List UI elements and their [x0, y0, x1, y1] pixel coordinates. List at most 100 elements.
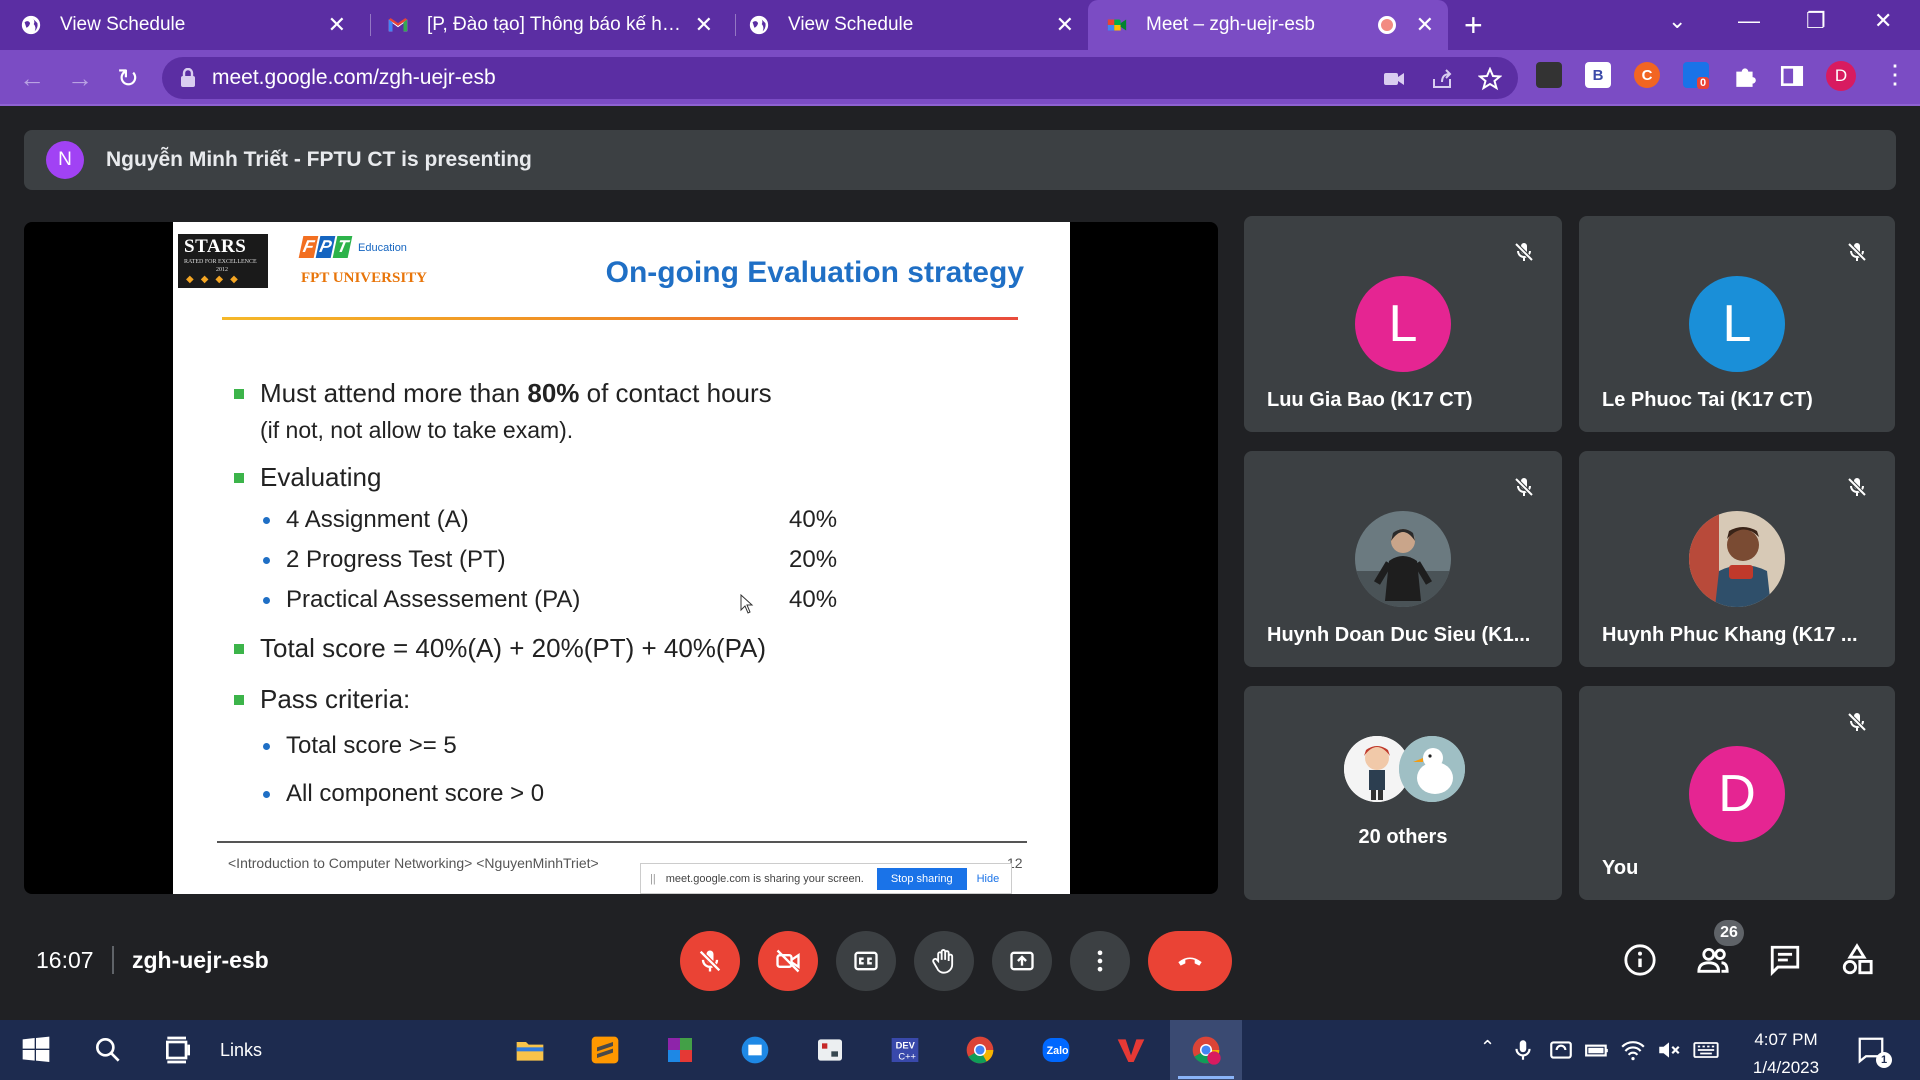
extension-dark-icon[interactable] — [1536, 62, 1562, 88]
mic-off-icon — [1847, 242, 1867, 262]
fpt-letter-t: T — [332, 236, 353, 258]
chrome-profile-icon[interactable] — [1190, 1034, 1222, 1066]
winrar-icon[interactable] — [664, 1034, 696, 1066]
presenting-text: Nguyễn Minh Triết - FPTU CT is presentin… — [106, 148, 532, 171]
footer-divider — [217, 841, 1027, 843]
c-extension-icon[interactable]: C — [1634, 62, 1660, 88]
forward-icon[interactable]: → — [64, 62, 96, 94]
bullet-pass-criteria: Pass criteria: — [234, 684, 410, 715]
bookmark-star-icon[interactable] — [1478, 67, 1502, 91]
browser-menu-icon[interactable]: ⋮ — [1882, 60, 1908, 88]
dev-cpp-icon[interactable]: DEVC++ — [889, 1034, 921, 1066]
camera-off-icon — [776, 949, 800, 973]
close-icon[interactable]: ✕ — [328, 13, 346, 37]
tab-search-icon[interactable]: ⌄ — [1668, 8, 1686, 34]
hide-button[interactable]: Hide — [977, 873, 1000, 885]
back-icon[interactable]: ← — [16, 62, 48, 94]
camera-toggle-button[interactable] — [758, 931, 818, 991]
profile-avatar[interactable]: D — [1826, 61, 1856, 91]
sub-bullet: Practical Assessement (PA) — [263, 586, 580, 614]
meeting-code: zgh-uejr-esb — [132, 947, 269, 973]
lock-icon — [181, 68, 195, 87]
drag-handle-icon[interactable]: || — [650, 873, 656, 885]
puzzle-extensions-icon[interactable] — [1732, 63, 1758, 89]
activities-icon[interactable] — [1840, 943, 1874, 977]
browser-toolbar: ← → ↻ meet.google.com/zgh-uejr-esb — [0, 50, 1920, 106]
participant-photo — [1689, 511, 1785, 607]
percentage: 20% — [789, 546, 838, 573]
extension-badge: 0 — [1697, 77, 1710, 89]
zalo-icon[interactable]: Zalo — [1040, 1034, 1072, 1066]
sublime-text-icon[interactable] — [589, 1034, 621, 1066]
b-extension-icon[interactable]: B — [1585, 62, 1611, 88]
self-tile[interactable]: D You — [1579, 686, 1895, 900]
close-icon[interactable]: ✕ — [695, 13, 713, 37]
restore-icon[interactable]: ❐ — [1806, 8, 1826, 34]
participant-photo — [1355, 511, 1451, 607]
system-clock[interactable]: 4:07 PM 1/4/2023 — [1730, 1026, 1842, 1080]
app-blue-circle-icon[interactable] — [739, 1034, 771, 1066]
vipre-icon[interactable] — [1115, 1034, 1147, 1066]
raise-hand-button[interactable] — [914, 931, 974, 991]
close-window-icon[interactable]: ✕ — [1874, 8, 1892, 34]
minimize-icon[interactable]: — — [1738, 8, 1760, 34]
participant-avatar: L — [1689, 276, 1785, 372]
more-options-button[interactable] — [1070, 931, 1130, 991]
tab-meet[interactable]: Meet – zgh-uejr-esb ✕ — [1088, 0, 1448, 50]
people-icon[interactable] — [1696, 943, 1730, 977]
people-count-badge: 26 — [1714, 920, 1744, 946]
task-view-icon[interactable] — [162, 1034, 194, 1066]
file-explorer-icon[interactable] — [514, 1034, 546, 1066]
windows-start-icon[interactable] — [20, 1034, 52, 1066]
participant-tile[interactable]: Huynh Doan Duc Sieu (K1... — [1244, 451, 1562, 667]
mic-off-icon — [699, 950, 721, 972]
wifi-icon[interactable] — [1620, 1034, 1646, 1066]
tab-view-schedule-1[interactable]: View Schedule ✕ — [20, 0, 360, 50]
chrome-icon[interactable] — [964, 1034, 996, 1066]
search-icon[interactable] — [92, 1034, 124, 1066]
tab-view-schedule-2[interactable]: View Schedule ✕ — [748, 0, 1088, 50]
participant-tile[interactable]: Huynh Phuc Khang (K17 ... — [1579, 451, 1895, 667]
microphone-toggle-button[interactable] — [680, 931, 740, 991]
captions-button[interactable] — [836, 931, 896, 991]
microphone-tray-icon[interactable] — [1510, 1034, 1536, 1066]
show-hidden-icons-icon[interactable]: ⌃ — [1480, 1037, 1495, 1058]
participant-avatar: D — [1689, 746, 1785, 842]
hang-up-icon — [1178, 957, 1202, 966]
tab-gmail[interactable]: [P, Đào tạo] Thông báo kế hoạch ✕ — [387, 0, 727, 50]
mic-off-icon — [1847, 477, 1867, 497]
side-panel-icon[interactable] — [1779, 63, 1805, 89]
present-screen-button[interactable] — [992, 931, 1052, 991]
camera-in-use-icon[interactable] — [1382, 67, 1406, 91]
presenting-banner: N Nguyễn Minh Triết - FPTU CT is present… — [24, 130, 1896, 190]
sync-tray-icon[interactable] — [1548, 1034, 1574, 1066]
slide-footer: <Introduction to Computer Networking> <N… — [228, 855, 599, 871]
keyboard-language-icon[interactable] — [1692, 1034, 1720, 1066]
battery-icon[interactable] — [1584, 1034, 1610, 1066]
volume-muted-icon[interactable] — [1656, 1034, 1682, 1066]
reload-icon[interactable]: ↻ — [112, 62, 144, 94]
stop-sharing-button[interactable]: Stop sharing — [876, 867, 967, 890]
close-icon[interactable]: ✕ — [1416, 13, 1434, 37]
gmail-icon — [388, 18, 408, 32]
share-icon[interactable] — [1430, 67, 1454, 91]
hand-icon — [932, 949, 954, 974]
participant-name: Huynh Doan Duc Sieu (K1... — [1267, 624, 1531, 646]
new-tab-button[interactable]: + — [1464, 9, 1483, 41]
more-vert-icon — [1097, 950, 1103, 972]
badge-extension-icon[interactable]: 0 — [1683, 62, 1710, 89]
address-bar[interactable]: meet.google.com/zgh-uejr-esb — [162, 57, 1518, 99]
fpt-logo: F P T Education FPT UNIVERSITY — [298, 236, 427, 286]
links-toolbar-label[interactable]: Links — [220, 1040, 262, 1061]
others-tile[interactable]: 20 others — [1244, 686, 1562, 900]
keyboard-app-icon[interactable] — [814, 1034, 846, 1066]
divider — [112, 946, 114, 974]
chat-icon[interactable] — [1768, 943, 1802, 977]
participant-tile[interactable]: L Le Phuoc Tai (K17 CT) — [1579, 216, 1895, 432]
close-icon[interactable]: ✕ — [1056, 13, 1074, 37]
meeting-details-icon[interactable] — [1623, 943, 1657, 977]
leave-call-button[interactable] — [1148, 931, 1232, 991]
tab-divider — [735, 14, 736, 36]
participant-tile[interactable]: L Luu Gia Bao (K17 CT) — [1244, 216, 1562, 432]
fpt-education-label: Education — [358, 242, 407, 254]
